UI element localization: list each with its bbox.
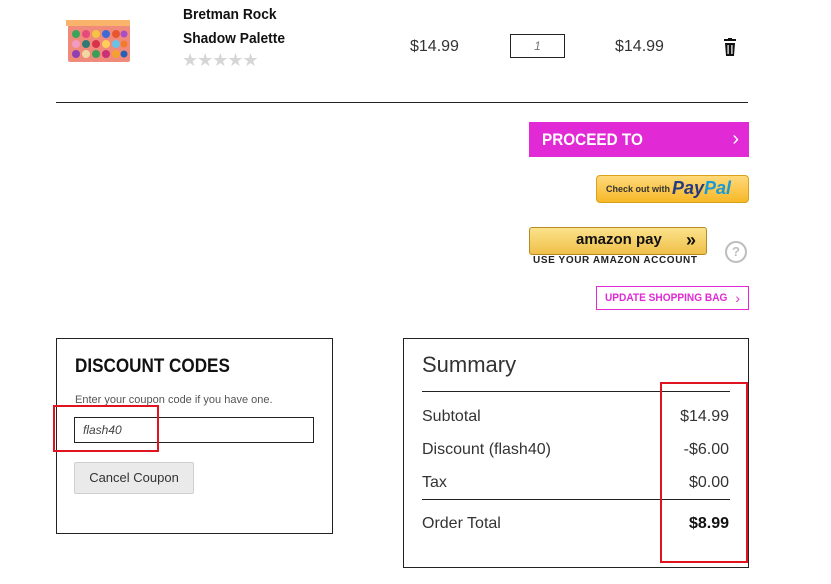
- proceed-to-checkout-button[interactable]: PROCEED TO CHECKOUT ›: [529, 122, 749, 184]
- tax-label: Tax: [422, 474, 447, 491]
- product-thumbnail[interactable]: [66, 16, 134, 64]
- quantity-input[interactable]: [510, 34, 565, 58]
- order-total-label: Order Total: [422, 515, 501, 532]
- paypal-prefix: Check out with: [606, 184, 671, 194]
- paypal-checkout-button[interactable]: Check out with PayPal: [596, 175, 749, 203]
- product-row-total: $14.99: [615, 38, 664, 55]
- amazon-pay-subtitle: USE YOUR AMAZON ACCOUNT: [533, 255, 698, 266]
- discount-label: Discount (flash40): [422, 441, 551, 458]
- summary-title: Summary: [422, 352, 517, 377]
- coupon-highlight-box: [53, 405, 159, 452]
- chevron-right-icon: ›: [735, 290, 740, 306]
- product-price: $14.99: [410, 38, 459, 55]
- cancel-coupon-button[interactable]: Cancel Coupon: [74, 462, 194, 494]
- product-rating-stars: ★★★★★: [182, 50, 259, 70]
- paypal-logo: PayPal: [672, 178, 732, 198]
- double-chevron-icon: »: [685, 230, 696, 250]
- subtotal-label: Subtotal: [422, 408, 481, 425]
- summary-values-highlight-box: [660, 382, 748, 563]
- amazon-pay-logo: amazon pay: [576, 231, 662, 248]
- amazon-pay-button[interactable]: amazon pay »: [529, 227, 707, 255]
- product-name[interactable]: Bretman Rock Shadow Palette: [183, 3, 330, 51]
- cart-divider: [56, 102, 748, 103]
- update-label: UPDATE SHOPPING BAG: [605, 292, 728, 304]
- chevron-right-icon: ›: [732, 128, 739, 150]
- trash-icon[interactable]: [721, 38, 739, 58]
- help-circle-icon[interactable]: ?: [725, 241, 747, 263]
- update-shopping-bag-button[interactable]: UPDATE SHOPPING BAG ›: [596, 286, 749, 310]
- discount-title: DISCOUNT CODES: [75, 356, 230, 377]
